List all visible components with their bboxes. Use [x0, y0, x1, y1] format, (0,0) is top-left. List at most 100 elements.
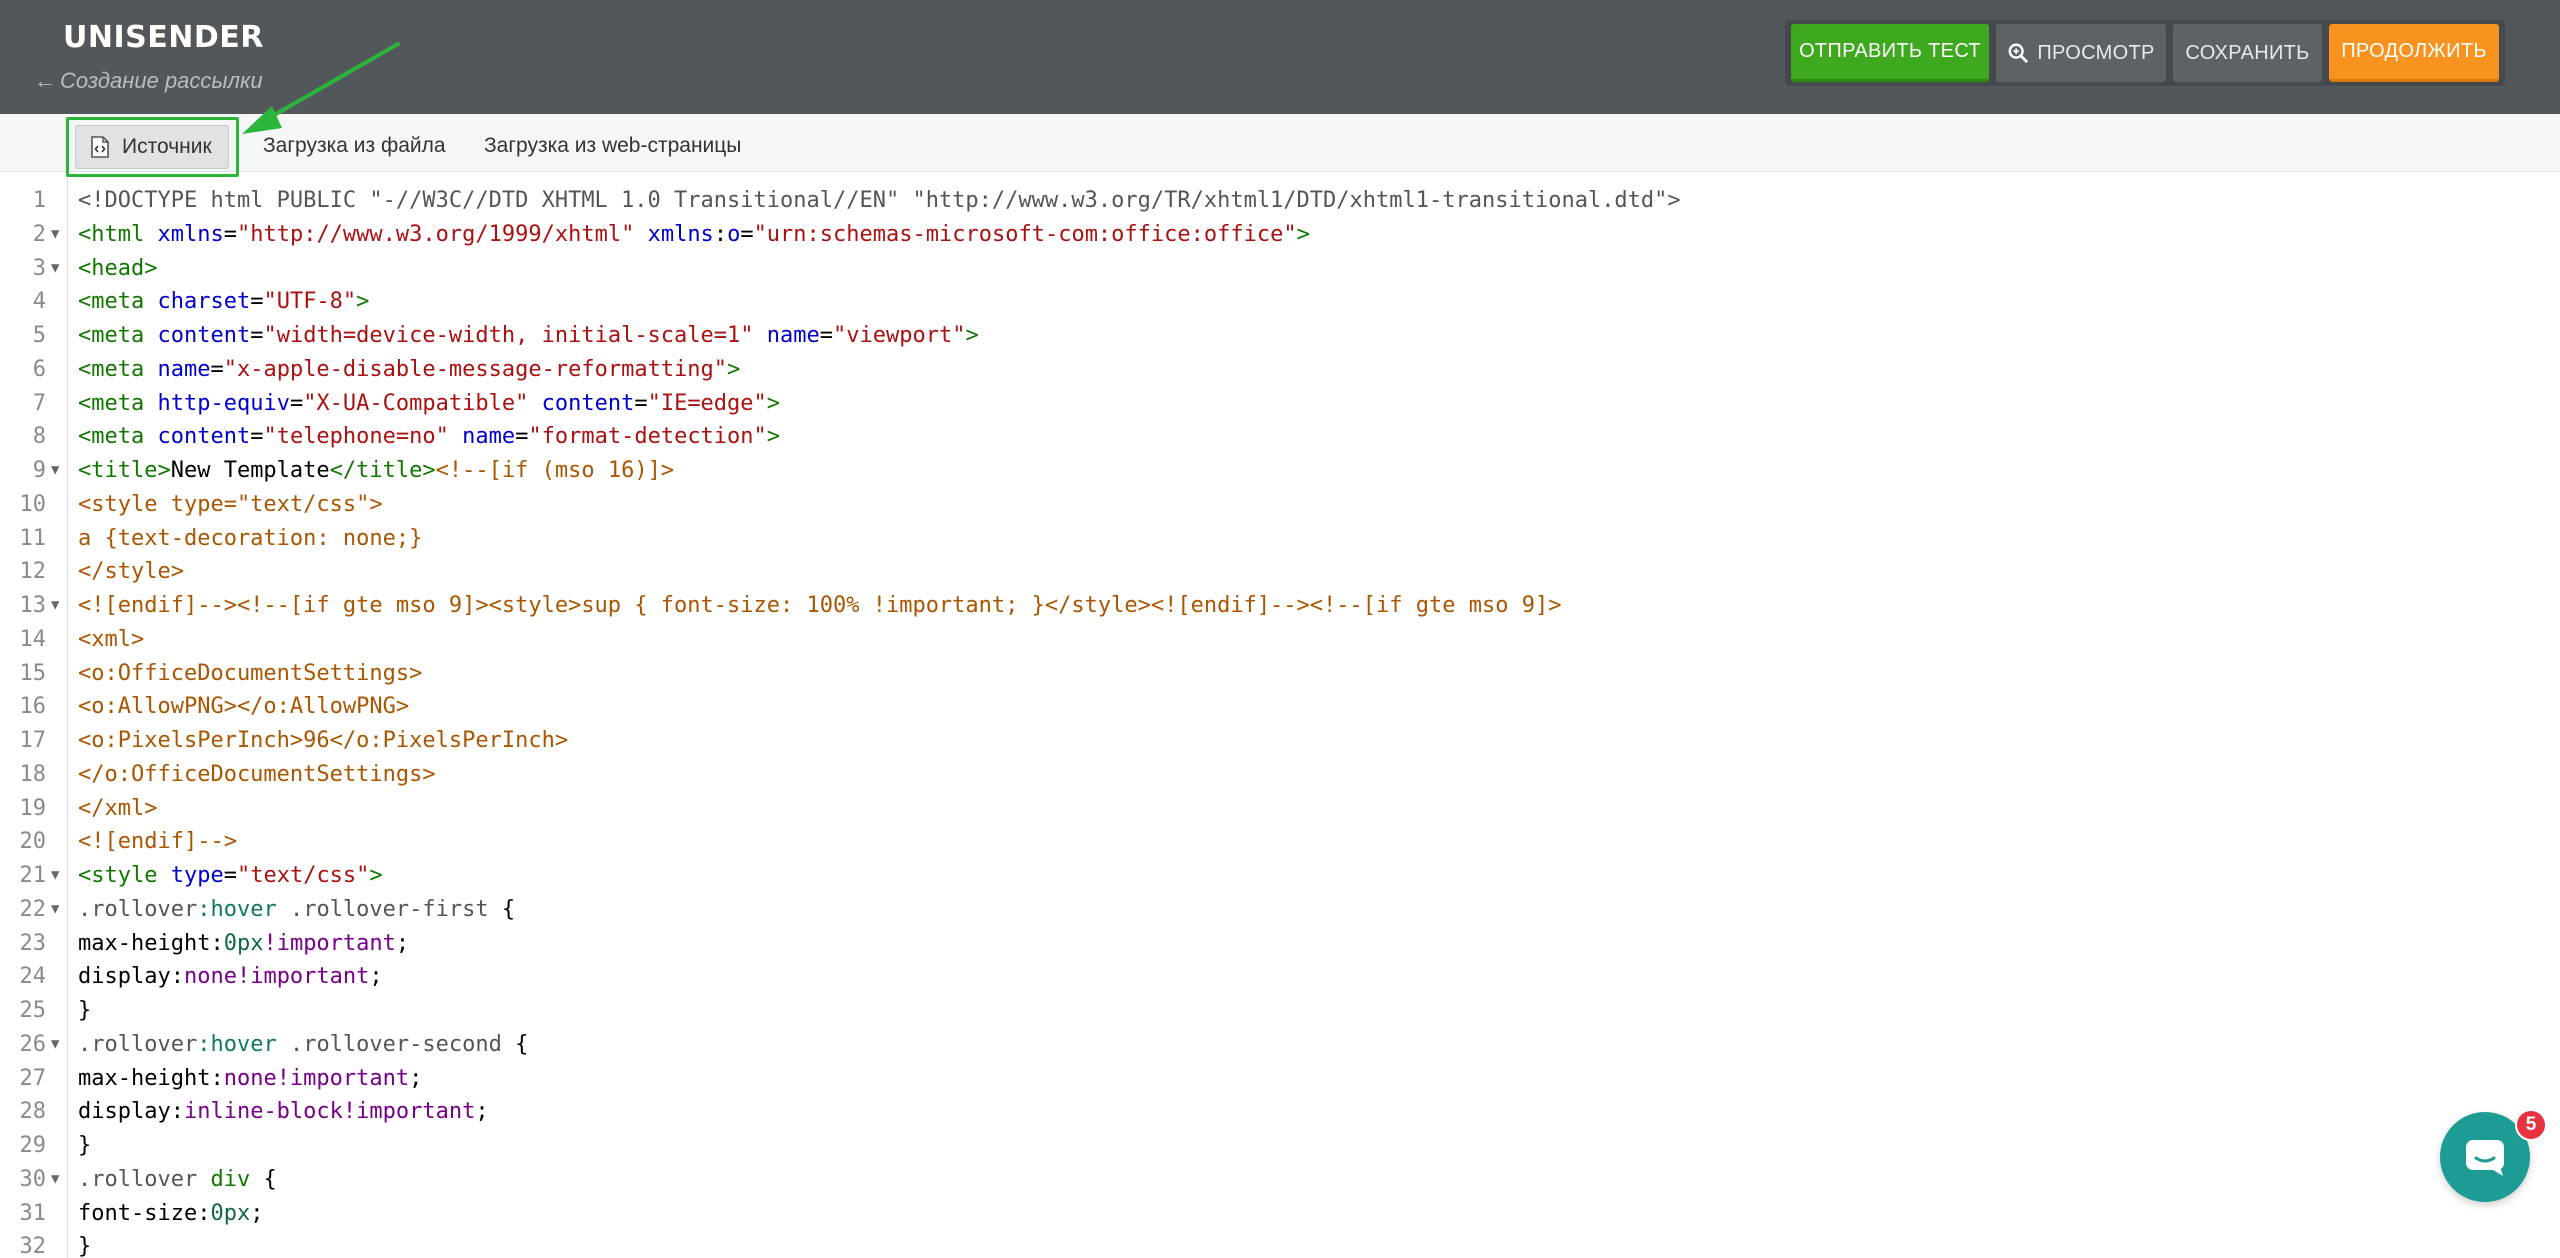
fold-toggle-icon[interactable]: ▼	[51, 218, 59, 252]
code-token: =	[515, 424, 529, 450]
line-number: 3	[32, 255, 46, 281]
code-token: >	[766, 424, 781, 450]
top-header: UNISENDER ← Создание рассылки ОТПРАВИТЬ Т…	[0, 0, 2560, 114]
code-line[interactable]: 17 <o:PixelsPerInch>96</o:PixelsPerInch>	[0, 724, 2560, 758]
code-token: New Template	[170, 458, 330, 483]
code-token: !important	[342, 1099, 476, 1125]
code-line[interactable]: 3 ▼ <head>	[0, 252, 2560, 286]
code-token: <meta	[78, 424, 145, 450]
send-test-button[interactable]: ОТПРАВИТЬ ТЕСТ	[1791, 24, 1989, 82]
line-number: 22	[19, 896, 47, 922]
code-line[interactable]: 21 ▼ <style type="text/css">	[0, 859, 2560, 893]
preview-button[interactable]: ПРОСМОТР	[1996, 24, 2166, 82]
line-number: 12	[19, 559, 47, 585]
line-number: 19	[19, 795, 47, 821]
code-line[interactable]: 22 ▼ .rollover:hover .rollover-first {	[0, 893, 2560, 927]
code-token: :	[210, 1065, 224, 1091]
fold-toggle-icon[interactable]: ▼	[51, 859, 59, 893]
code-line[interactable]: 10 <style type="text/css">	[0, 488, 2560, 522]
code-line[interactable]: 24 display:none!important;	[0, 960, 2560, 994]
code-line[interactable]: 32}	[0, 1230, 2560, 1258]
fold-toggle-icon[interactable]: ▼	[51, 1028, 59, 1062]
line-number: 21	[19, 863, 47, 888]
code-text: <meta name="x-apple-disable-message-refo…	[78, 353, 740, 387]
code-line[interactable]: 26 ▼ .rollover:hover .rollover-second {	[0, 1028, 2560, 1062]
code-token: ;	[250, 1200, 264, 1226]
line-number: 16	[19, 694, 47, 720]
code-line[interactable]: 6 <meta name="x-apple-disable-message-ref…	[0, 353, 2560, 387]
code-text: display:none!important;	[78, 960, 383, 994]
code-token: <![endif]--><!--[if gte mso 9]><style>su…	[78, 593, 1562, 618]
fold-toggle-icon[interactable]: ▼	[51, 589, 59, 623]
code-line[interactable]: 8 <meta content="telephone=no" name="form…	[0, 420, 2560, 454]
code-text: <meta charset="UTF-8">	[78, 285, 369, 319]
code-token: <o:PixelsPerInch>96</o:PixelsPerInch>	[78, 728, 569, 753]
code-token: ;	[409, 1065, 423, 1091]
code-text: <!DOCTYPE html PUBLIC "-//W3C//DTD XHTML…	[78, 184, 1681, 218]
code-token: :	[170, 964, 184, 990]
code-text: <style type="text/css">	[78, 859, 383, 893]
code-token: max-height	[78, 1065, 211, 1091]
code-token: =	[819, 323, 834, 348]
tab-upload-web[interactable]: Загрузка из web-страницы	[484, 134, 741, 158]
code-line[interactable]: 31 font-size:0px;	[0, 1197, 2560, 1231]
code-editor[interactable]: 1 <!DOCTYPE html PUBLIC "-//W3C//DTD XHTM…	[0, 178, 2560, 1258]
code-text: </style>	[78, 555, 184, 589]
code-token: display	[78, 964, 171, 990]
code-line[interactable]: 13 ▼ <![endif]--><!--[if gte mso 9]><style…	[0, 589, 2560, 623]
code-line[interactable]: 23 max-height:0px!important;	[0, 927, 2560, 961]
line-number: 8	[32, 424, 46, 450]
code-line[interactable]: 19 </xml>	[0, 792, 2560, 826]
save-button[interactable]: СОХРАНИТЬ	[2173, 24, 2322, 82]
code-line[interactable]: 28 display:inline-block!important;	[0, 1095, 2560, 1129]
code-token: =	[210, 356, 224, 382]
fold-toggle-icon[interactable]: ▼	[51, 454, 59, 488]
code-token: >	[766, 390, 781, 416]
code-token: <style	[78, 863, 158, 888]
back-link[interactable]: ← Создание рассылки	[34, 68, 263, 94]
code-line[interactable]: 9 ▼ <title>New Template</title><!--[if (ms…	[0, 454, 2560, 488]
code-token: :	[197, 1200, 211, 1226]
code-text: </xml>	[78, 792, 157, 826]
code-line[interactable]: 5 <meta content="width=device-width, init…	[0, 319, 2560, 353]
line-number: 17	[19, 728, 47, 753]
code-line[interactable]: 14 <xml>	[0, 623, 2560, 657]
code-token: "format-detection"	[528, 424, 767, 450]
code-line[interactable]: 27 max-height:none!important;	[0, 1062, 2560, 1096]
code-line[interactable]: 25}	[0, 994, 2560, 1028]
continue-button[interactable]: ПРОДОЛЖИТЬ	[2329, 24, 2499, 82]
code-token: =	[223, 221, 237, 247]
code-text: max-height:0px!important;	[78, 927, 409, 961]
code-text: .rollover:hover .rollover-first {	[78, 893, 515, 927]
tab-upload-file[interactable]: Загрузка из файла	[263, 134, 446, 158]
line-number: 6	[32, 356, 46, 382]
code-line[interactable]: 7 <meta http-equiv="X-UA-Compatible" cont…	[0, 387, 2560, 421]
code-token: ;	[475, 1099, 489, 1125]
code-line[interactable]: 11 a {text-decoration: none;}	[0, 522, 2560, 556]
unisender-logo[interactable]: UNISENDER	[63, 20, 264, 55]
code-line[interactable]: 1 <!DOCTYPE html PUBLIC "-//W3C//DTD XHTM…	[0, 184, 2560, 218]
code-token: http-equiv	[157, 390, 290, 416]
code-line[interactable]: 20 <![endif]-->	[0, 825, 2560, 859]
code-line[interactable]: 16 <o:AllowPNG></o:AllowPNG>	[0, 690, 2560, 724]
code-token: =	[250, 424, 264, 450]
code-line[interactable]: 30 ▼ .rollover div {	[0, 1163, 2560, 1197]
code-line[interactable]: 18 </o:OfficeDocumentSettings>	[0, 758, 2560, 792]
code-line[interactable]: 4 <meta charset="UTF-8">	[0, 285, 2560, 319]
code-line[interactable]: 29}	[0, 1129, 2560, 1163]
code-token: :	[210, 930, 224, 956]
code-token: <o:AllowPNG></o:AllowPNG>	[78, 694, 410, 720]
code-token: </xml>	[78, 795, 158, 821]
code-line[interactable]: 2 ▼ <html xmlns="http://www.w3.org/1999/xh…	[0, 218, 2560, 252]
code-line[interactable]: 12 </style>	[0, 555, 2560, 589]
fold-toggle-icon[interactable]: ▼	[51, 1163, 59, 1197]
code-token: >	[1296, 221, 1310, 247]
code-token: >	[356, 289, 370, 315]
fold-toggle-icon[interactable]: ▼	[51, 252, 59, 286]
fold-toggle-icon[interactable]: ▼	[51, 893, 59, 927]
code-token: "urn:schemas-microsoft-com:office:office…	[753, 221, 1297, 247]
code-line[interactable]: 15 <o:OfficeDocumentSettings>	[0, 657, 2560, 691]
